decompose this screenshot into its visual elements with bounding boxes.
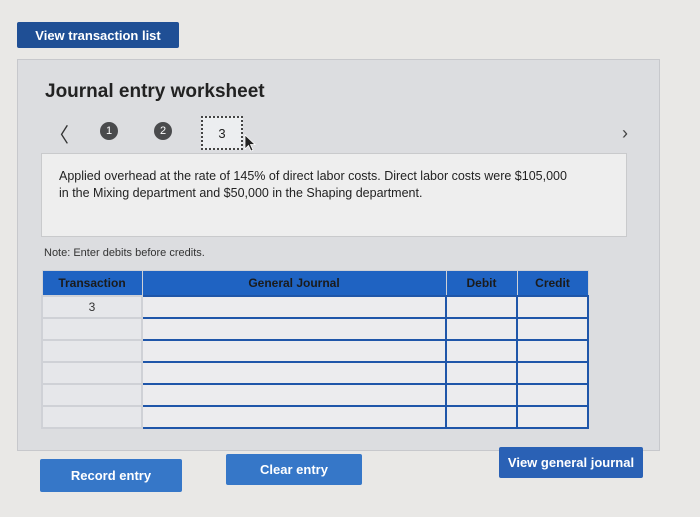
debit-input[interactable]: [445, 339, 518, 363]
journal-entry-worksheet: Journal entry worksheet 〈 1 2 3 › Applie…: [17, 59, 660, 451]
transaction-cell: [41, 405, 143, 429]
account-select[interactable]: [141, 405, 447, 429]
debit-input[interactable]: [445, 295, 518, 319]
table-row: [41, 383, 589, 407]
step-3-button-current[interactable]: 3: [201, 116, 243, 150]
chevron-left-icon[interactable]: 〈: [49, 119, 69, 148]
transaction-cell: [41, 339, 143, 363]
account-select[interactable]: [141, 339, 447, 363]
table-row: [41, 405, 589, 429]
worksheet-title: Journal entry worksheet: [45, 81, 265, 102]
credit-input[interactable]: [516, 295, 589, 319]
journal-table: Transaction General Journal Debit Credit…: [41, 270, 589, 429]
table-row: [41, 339, 589, 363]
credit-input[interactable]: [516, 405, 589, 429]
credit-input[interactable]: [516, 383, 589, 407]
credit-input[interactable]: [516, 317, 589, 341]
credit-input[interactable]: [516, 361, 589, 385]
transaction-description: Applied overhead at the rate of 145% of …: [59, 169, 567, 200]
debit-input[interactable]: [445, 383, 518, 407]
header-general-journal: General Journal: [141, 270, 447, 297]
debit-input[interactable]: [445, 317, 518, 341]
transaction-description-box: Applied overhead at the rate of 145% of …: [41, 153, 627, 237]
transaction-cell: [41, 317, 143, 341]
transaction-cell: [41, 383, 143, 407]
account-select[interactable]: [141, 383, 447, 407]
record-entry-button[interactable]: Record entry: [40, 459, 182, 492]
step-1-button[interactable]: 1: [100, 122, 118, 140]
view-transaction-list-button[interactable]: View transaction list: [17, 22, 179, 48]
view-general-journal-button[interactable]: View general journal: [499, 447, 643, 478]
table-row: [41, 317, 589, 341]
transaction-cell: 3: [41, 295, 143, 319]
debit-input[interactable]: [445, 361, 518, 385]
header-debit: Debit: [445, 270, 518, 297]
account-select[interactable]: [141, 317, 447, 341]
header-credit: Credit: [516, 270, 589, 297]
table-row: 3: [41, 295, 589, 319]
debit-input[interactable]: [445, 405, 518, 429]
step-2-button[interactable]: 2: [154, 122, 172, 140]
table-header-row: Transaction General Journal Debit Credit: [41, 270, 589, 297]
table-row: [41, 361, 589, 385]
note-text: Note: Enter debits before credits.: [44, 247, 205, 259]
mouse-pointer-icon: [244, 134, 257, 152]
header-transaction: Transaction: [41, 270, 143, 297]
credit-input[interactable]: [516, 339, 589, 363]
chevron-right-icon[interactable]: ›: [622, 123, 628, 144]
account-select[interactable]: [141, 295, 447, 319]
clear-entry-button[interactable]: Clear entry: [226, 454, 362, 485]
account-select[interactable]: [141, 361, 447, 385]
transaction-cell: [41, 361, 143, 385]
